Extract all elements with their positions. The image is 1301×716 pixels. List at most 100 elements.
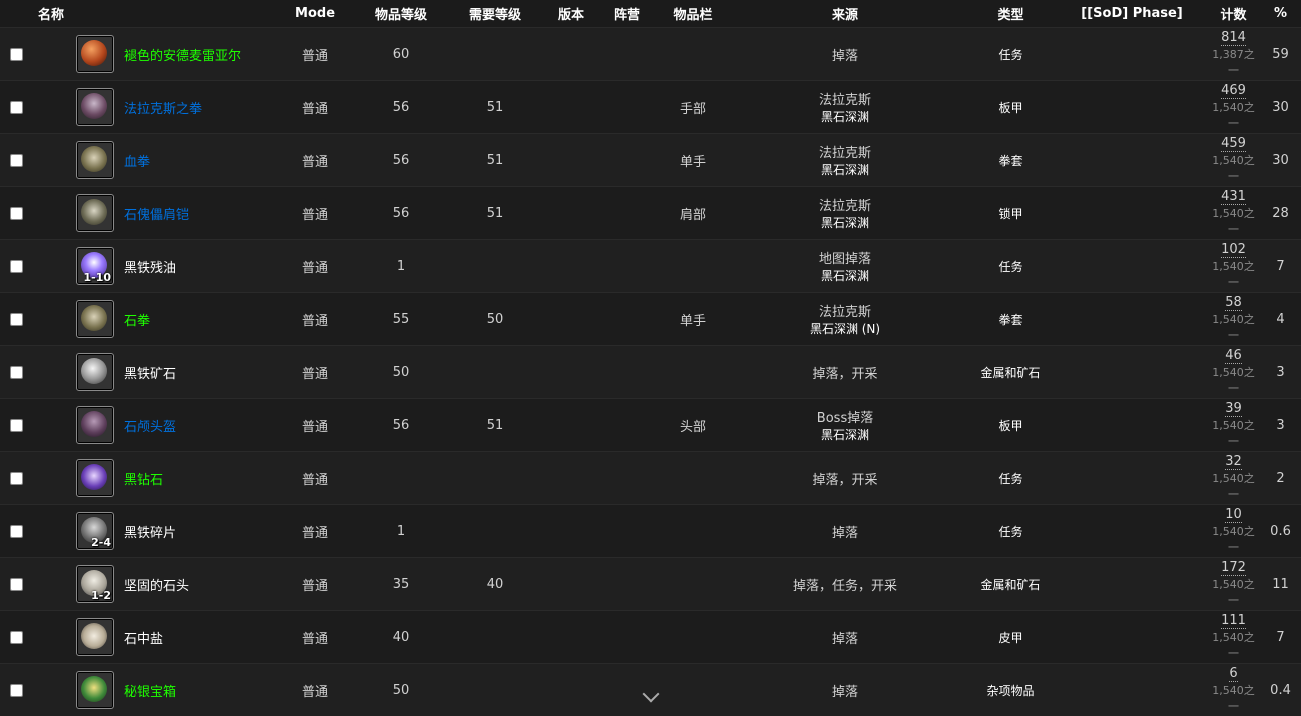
col-phase-header[interactable]: [[SoD] Phase] [1057, 0, 1207, 28]
drop-percent[interactable]: 11 [1272, 577, 1289, 592]
item-name-link[interactable]: 黑铁矿石 [124, 363, 176, 382]
table-row[interactable]: 黑铁矿石普通50掉落，开采金属和矿石461,540之一3 [0, 346, 1301, 399]
row-checkbox[interactable] [10, 631, 23, 644]
source-primary[interactable]: 法拉克斯 [726, 142, 964, 161]
source-zone[interactable]: 黑石深渊 [726, 426, 964, 443]
plate-gauntlet-icon[interactable] [76, 88, 114, 126]
drop-count[interactable]: 39 [1225, 402, 1242, 417]
diamond-icon[interactable] [76, 459, 114, 497]
col-name-header[interactable]: 名称 [0, 0, 270, 28]
fist-weapon-icon[interactable] [76, 300, 114, 338]
helmet-icon[interactable] [76, 406, 114, 444]
row-checkbox[interactable] [10, 260, 23, 273]
table-row[interactable]: 石中盐普通40掉落皮甲1111,540之一7 [0, 611, 1301, 664]
drop-percent[interactable]: 7 [1276, 630, 1284, 645]
row-checkbox[interactable] [10, 366, 23, 379]
stone-icon[interactable]: 1-2 [76, 565, 114, 603]
drop-percent[interactable]: 30 [1272, 100, 1289, 115]
drop-percent[interactable]: 0.6 [1270, 524, 1291, 539]
fist-weapon-icon[interactable] [76, 141, 114, 179]
item-name-link[interactable]: 石中盐 [124, 628, 163, 647]
drop-count[interactable]: 46 [1225, 349, 1242, 364]
table-row[interactable]: 法拉克斯之拳普通5651手部法拉克斯黑石深渊板甲4691,540之一30 [0, 81, 1301, 134]
source-primary[interactable]: 法拉克斯 [726, 301, 964, 320]
row-checkbox[interactable] [10, 154, 23, 167]
item-name-link[interactable]: 黑铁残油 [124, 257, 176, 276]
item-name-link[interactable]: 法拉克斯之拳 [124, 98, 202, 117]
table-row[interactable]: 石拳普通5550单手法拉克斯黑石深渊 (N)拳套581,540之一4 [0, 293, 1301, 346]
table-row[interactable]: 黑钻石普通掉落，开采任务321,540之一2 [0, 452, 1301, 505]
drop-percent[interactable]: 30 [1272, 153, 1289, 168]
col-version-header[interactable]: 版本 [548, 0, 594, 28]
col-slot-header[interactable]: 物品栏 [660, 0, 726, 28]
item-name-link[interactable]: 坚固的石头 [124, 575, 189, 594]
source-primary[interactable]: 地图掉落 [726, 248, 964, 267]
table-row[interactable]: 血拳普通5651单手法拉克斯黑石深渊拳套4591,540之一30 [0, 134, 1301, 187]
col-source-header[interactable]: 来源 [726, 0, 964, 28]
row-checkbox[interactable] [10, 472, 23, 485]
treasure-chest-icon[interactable] [76, 671, 114, 709]
source-zone[interactable]: 黑石深渊 [726, 161, 964, 178]
drop-count[interactable]: 58 [1225, 296, 1242, 311]
col-type-header[interactable]: 类型 [964, 0, 1057, 28]
row-checkbox[interactable] [10, 207, 23, 220]
row-checkbox[interactable] [10, 419, 23, 432]
col-faction-header[interactable]: 阵营 [594, 0, 660, 28]
drop-count[interactable]: 10 [1225, 508, 1242, 523]
source-primary[interactable]: 掉落，开采 [726, 469, 964, 488]
item-name-link[interactable]: 秘银宝箱 [124, 681, 176, 700]
source-zone[interactable]: 黑石深渊 (N) [726, 320, 964, 337]
col-count-header[interactable]: 计数 [1207, 0, 1260, 28]
drop-percent[interactable]: 7 [1276, 259, 1284, 274]
item-name-link[interactable]: 石颅头盔 [124, 416, 176, 435]
drop-count[interactable]: 469 [1221, 84, 1246, 99]
table-row[interactable]: 1-10黑铁残油普通1地图掉落黑石深渊任务1021,540之一7 [0, 240, 1301, 293]
drop-count[interactable]: 6 [1229, 667, 1237, 682]
source-primary[interactable]: 法拉克斯 [726, 89, 964, 108]
drop-percent[interactable]: 3 [1276, 418, 1284, 433]
drop-count[interactable]: 459 [1221, 137, 1246, 152]
purple-vial-icon[interactable]: 1-10 [76, 247, 114, 285]
col-req-level-header[interactable]: 需要等级 [442, 0, 548, 28]
salt-pile-icon[interactable] [76, 618, 114, 656]
drop-percent[interactable]: 2 [1276, 471, 1284, 486]
ore-icon[interactable] [76, 353, 114, 391]
source-zone[interactable]: 黑石深渊 [726, 108, 964, 125]
row-checkbox[interactable] [10, 578, 23, 591]
source-zone[interactable]: 黑石深渊 [726, 267, 964, 284]
drop-percent[interactable]: 59 [1272, 47, 1289, 62]
drop-percent[interactable]: 3 [1276, 365, 1284, 380]
table-row[interactable]: 石傀儡肩铠普通5651肩部法拉克斯黑石深渊锁甲4311,540之一28 [0, 187, 1301, 240]
source-primary[interactable]: 掉落 [726, 681, 964, 700]
row-checkbox[interactable] [10, 313, 23, 326]
item-name-link[interactable]: 石拳 [124, 310, 150, 329]
table-row[interactable]: 石颅头盔普通5651头部Boss掉落黑石深渊板甲391,540之一3 [0, 399, 1301, 452]
source-primary[interactable]: 掉落 [726, 628, 964, 647]
table-row[interactable]: 1-2坚固的石头普通3540掉落，任务，开采金属和矿石1721,540之一11 [0, 558, 1301, 611]
row-checkbox[interactable] [10, 684, 23, 697]
table-row[interactable]: 2-4黑铁碎片普通1掉落任务101,540之一0.6 [0, 505, 1301, 558]
source-primary[interactable]: 掉落，任务，开采 [726, 575, 964, 594]
iron-shard-icon[interactable]: 2-4 [76, 512, 114, 550]
row-checkbox[interactable] [10, 101, 23, 114]
source-zone[interactable]: 黑石深渊 [726, 214, 964, 231]
item-name-link[interactable]: 黑铁碎片 [124, 522, 176, 541]
drop-count[interactable]: 172 [1221, 561, 1246, 576]
row-checkbox[interactable] [10, 525, 23, 538]
item-name-link[interactable]: 褪色的安德麦雷亚尔 [124, 45, 241, 64]
drop-count[interactable]: 814 [1221, 31, 1246, 46]
source-primary[interactable]: 法拉克斯 [726, 195, 964, 214]
drop-count[interactable]: 111 [1221, 614, 1246, 629]
col-mode-header[interactable]: Mode [270, 0, 360, 28]
col-pct-header[interactable]: % [1260, 0, 1301, 28]
drop-count[interactable]: 32 [1225, 455, 1242, 470]
item-name-link[interactable]: 黑钻石 [124, 469, 163, 488]
item-name-link[interactable]: 石傀儡肩铠 [124, 204, 189, 223]
source-primary[interactable]: 掉落 [726, 45, 964, 64]
drop-percent[interactable]: 0.4 [1270, 683, 1291, 698]
drop-percent[interactable]: 28 [1272, 206, 1289, 221]
source-primary[interactable]: 掉落 [726, 522, 964, 541]
drop-percent[interactable]: 4 [1276, 312, 1284, 327]
col-item-level-header[interactable]: 物品等级 [360, 0, 442, 28]
item-name-link[interactable]: 血拳 [124, 151, 150, 170]
